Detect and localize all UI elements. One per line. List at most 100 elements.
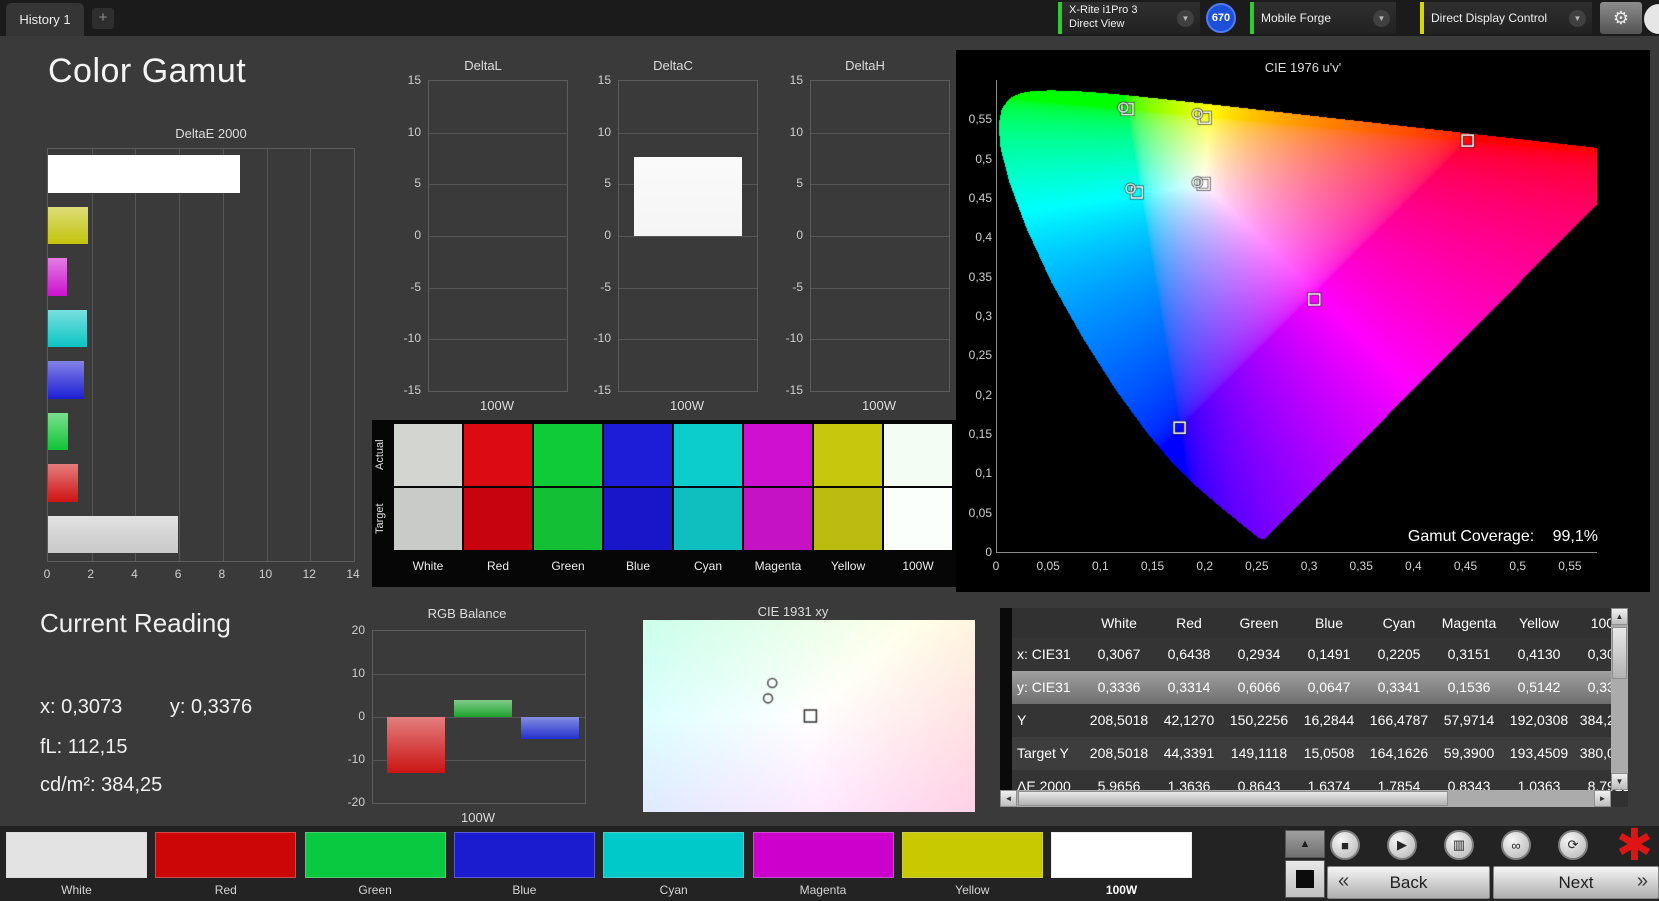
chevron-down-icon: ▼ <box>1177 9 1194 27</box>
expand-up-button[interactable]: ▲ <box>1285 830 1325 858</box>
target-swatch-blue <box>604 488 672 550</box>
table-row-label[interactable]: Y <box>1012 704 1089 737</box>
rgb-bar-blue <box>521 717 579 739</box>
table-cell: 0,4130 <box>1517 646 1561 662</box>
patch-label-yellow: Yellow <box>955 883 990 897</box>
deltac-gridline <box>619 339 757 341</box>
deltae2000-xtick: 8 <box>218 567 226 581</box>
back-button[interactable]: « Back <box>1327 866 1490 899</box>
rgb-gridline <box>373 674 585 675</box>
swatch-column-label: 100W <box>902 559 934 573</box>
deltal-gridline <box>429 339 567 341</box>
refresh-icon: ⟳ <box>1567 837 1579 852</box>
scroll-down-button[interactable]: ▼ <box>1611 773 1628 790</box>
deltah-gridline <box>811 132 949 134</box>
deltae2000-xtick: 6 <box>174 567 182 581</box>
deltah-plot <box>810 80 950 392</box>
deltae2000-chart: DeltaE 2000 0 2 4 6 8 10 12 14 <box>44 126 377 588</box>
scroll-left-button[interactable]: ◄ <box>1000 790 1017 807</box>
cie1931-chart: CIE 1931 xy <box>608 598 978 818</box>
table-cell: 0,3151 <box>1447 646 1491 662</box>
patch-magenta[interactable] <box>752 832 894 878</box>
hscroll-thumb[interactable] <box>1018 791 1448 806</box>
patch-blue[interactable] <box>453 832 595 878</box>
cie1976-ytick: 0,25 <box>968 348 992 363</box>
deltah-ytick: -5 <box>792 279 803 294</box>
settings-button[interactable]: ⚙ <box>1600 2 1642 34</box>
next-button[interactable]: Next » <box>1493 866 1659 899</box>
table-cell: 15,0508 <box>1303 745 1355 761</box>
measure-button[interactable]: ▥ <box>1444 830 1474 860</box>
history-tab[interactable]: History 1 <box>6 3 84 36</box>
scroll-right-button[interactable]: ► <box>1594 790 1611 807</box>
vscroll-thumb[interactable] <box>1612 627 1627 679</box>
deltae2000-xtick: 10 <box>258 567 273 581</box>
topbar: History 1 + X-Rite i1Pro 3 Direct View ▼… <box>0 0 1659 36</box>
measure-icon: ▥ <box>1452 837 1466 852</box>
target-swatch-red <box>464 488 532 550</box>
patch-100w[interactable] <box>1051 832 1193 878</box>
play-button[interactable]: ▶ <box>1387 830 1417 860</box>
swatch-column-label: White <box>412 559 444 573</box>
patch-cyan[interactable] <box>603 832 745 878</box>
patch-red[interactable] <box>155 832 297 878</box>
refresh-button[interactable]: ⟳ <box>1558 830 1588 860</box>
source-device-dropdown[interactable]: Mobile Forge ▼ <box>1250 2 1396 34</box>
target-swatch-cyan <box>674 488 742 550</box>
continuous-measure-button[interactable]: ∞ <box>1501 830 1531 860</box>
history-tab-label: History 1 <box>19 12 71 27</box>
rgb-ytick: 20 <box>351 623 365 637</box>
patch-white[interactable] <box>6 832 147 878</box>
table-cell: 42,1270 <box>1163 712 1215 728</box>
table-row-label[interactable]: Target Y <box>1012 737 1089 770</box>
deltal-chart: DeltaL 15 10 5 0 -5 -10 -15 100W <box>398 58 568 418</box>
corner-circle-icon[interactable] <box>1644 4 1659 34</box>
deltae2000-xtick: 2 <box>87 567 95 581</box>
up-arrow-icon: ▲ <box>1299 838 1311 850</box>
table-row-label[interactable]: x: CIE31 <box>1012 638 1089 671</box>
deltah-ytick: 10 <box>789 124 803 139</box>
deltae2000-xtick: 4 <box>131 567 138 581</box>
swatch-column-label: Cyan <box>693 559 722 573</box>
deltah-title: DeltaH <box>845 58 885 73</box>
cie1976-ytick: 0 <box>985 545 992 559</box>
table-cell: 150,2256 <box>1229 712 1289 728</box>
source-device-name: Mobile Forge <box>1261 10 1332 25</box>
bottom-bar: White Red Green Blue Cyan Magenta Yellow 100W ▲… <box>0 821 1659 901</box>
actual-swatch-blue <box>604 424 672 486</box>
meter-device-name: X-Rite i1Pro 3 <box>1069 4 1138 17</box>
table-cell: 44,3391 <box>1163 745 1215 761</box>
stop-button[interactable]: ■ <box>1330 830 1360 860</box>
actual-swatch-yellow <box>814 424 882 486</box>
patch-yellow[interactable] <box>901 832 1043 878</box>
rgb-ytick: -20 <box>347 795 365 809</box>
deltal-ytick: 0 <box>414 228 421 242</box>
actual-swatch-green <box>534 424 602 486</box>
scroll-up-button[interactable]: ▲ <box>1611 608 1628 625</box>
table-row-label[interactable]: y: CIE31 <box>1012 671 1089 704</box>
swatch-column-label: Blue <box>625 559 651 573</box>
deltac-ytick: 10 <box>597 124 611 139</box>
red-asterisk-icon[interactable]: ✱ <box>1616 820 1653 871</box>
deltah-gridline <box>811 287 949 289</box>
deltac-ytick: -5 <box>600 279 611 294</box>
meter-device-dropdown[interactable]: X-Rite i1Pro 3 Direct View ▼ <box>1058 2 1200 34</box>
deltae2000-bar-100w <box>48 155 241 193</box>
add-tab-button[interactable]: + <box>92 8 114 29</box>
table-header-red: Red <box>1176 615 1202 631</box>
deltae2000-gridline <box>91 149 93 561</box>
target-swatch-yellow <box>814 488 882 550</box>
deltac-ytick: 5 <box>604 176 611 191</box>
patch-green[interactable] <box>304 832 446 878</box>
deltac-ytick: 0 <box>604 228 611 242</box>
rgb-ytick: 0 <box>358 709 365 723</box>
patch-label-white: White <box>61 883 92 897</box>
patch-label-green: Green <box>358 883 392 897</box>
display-control-dropdown[interactable]: Direct Display Control ▼ <box>1420 2 1592 34</box>
gamut-coverage-label: Gamut Coverage: <box>1407 528 1535 545</box>
table-cell: 0,0647 <box>1307 679 1351 695</box>
pattern-window-button[interactable] <box>1285 860 1325 898</box>
meter-count-badge[interactable]: 670 <box>1206 3 1236 33</box>
cie1976-xtick: 0,25 <box>1245 559 1269 573</box>
deltac-gridline <box>619 236 757 237</box>
